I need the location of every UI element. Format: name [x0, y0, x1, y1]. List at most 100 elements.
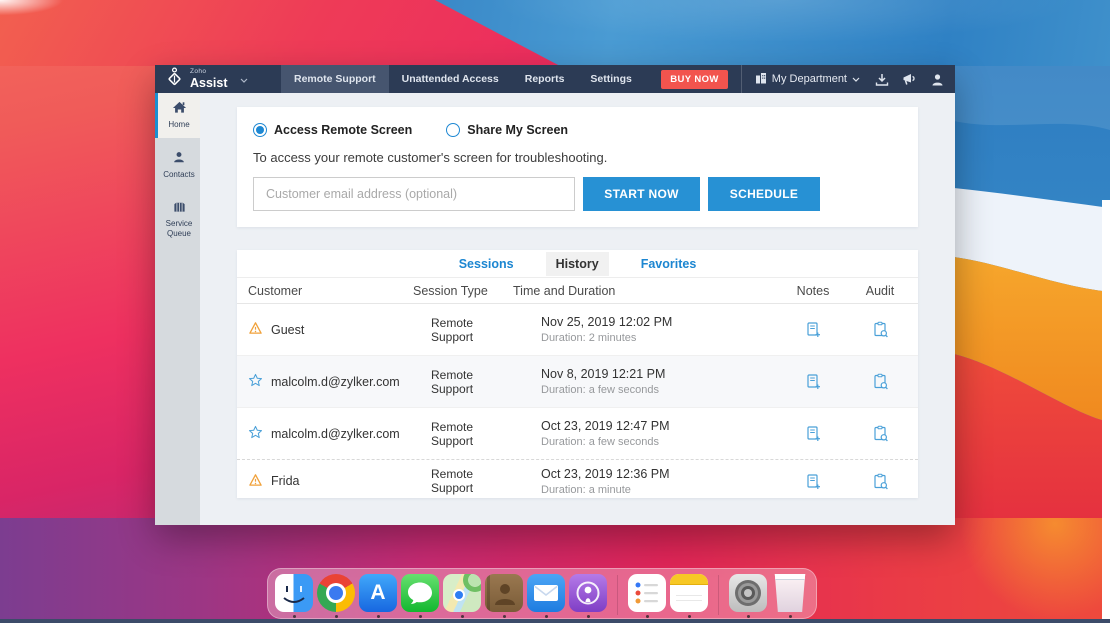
dock: A: [267, 568, 817, 619]
dock-icon-reminders[interactable]: [628, 574, 666, 618]
dock-icon-maps[interactable]: [443, 574, 481, 618]
chevron-down-icon[interactable]: [240, 70, 248, 88]
session-type: Remote Support: [413, 420, 513, 448]
dock-icon-messages[interactable]: [401, 574, 439, 618]
screen-right-edge: [1102, 200, 1110, 626]
column-customer: Customer: [248, 284, 413, 298]
notes-icon[interactable]: [784, 473, 842, 490]
megaphone-icon[interactable]: [902, 72, 918, 86]
notes-icon[interactable]: [784, 321, 842, 338]
notes-icon[interactable]: [784, 425, 842, 442]
running-indicator: [377, 615, 380, 618]
dock-icon-chrome[interactable]: [317, 574, 355, 618]
sessions-history-panel: Sessions History Favorites Customer Sess…: [237, 250, 918, 498]
column-notes: Notes: [784, 284, 842, 298]
session-duration: Duration: a few seconds: [541, 436, 784, 448]
audit-icon[interactable]: [842, 321, 918, 338]
sidebar-item-label: Service Queue: [159, 219, 199, 239]
sidebar-item-label: Contacts: [163, 170, 195, 180]
audit-icon[interactable]: [842, 425, 918, 442]
sidebar-item-contacts[interactable]: Contacts: [155, 143, 200, 188]
column-time-duration: Time and Duration: [513, 284, 784, 298]
wallpaper-right-bands: [954, 66, 1110, 518]
running-indicator: [646, 615, 649, 618]
tab-favorites[interactable]: Favorites: [631, 252, 707, 276]
menu-reports[interactable]: Reports: [512, 65, 578, 93]
session-mode-options: Access Remote Screen Share My Screen: [237, 107, 918, 137]
session-duration: Duration: a minute: [541, 484, 784, 496]
start-now-button[interactable]: START NOW: [583, 177, 700, 211]
running-indicator: [461, 615, 464, 618]
sidebar-item-label: Home: [168, 120, 189, 130]
zoho-assist-logo-icon: [165, 67, 184, 92]
radio-share-label: Share My Screen: [467, 123, 568, 137]
customer-name: Frida: [271, 474, 299, 488]
running-indicator: [545, 615, 548, 618]
favorite-star-icon[interactable]: [248, 373, 263, 391]
tab-history[interactable]: History: [546, 252, 609, 276]
menu-settings[interactable]: Settings: [577, 65, 644, 93]
dock-icon-podcasts[interactable]: [569, 574, 607, 618]
running-indicator: [293, 615, 296, 618]
table-row[interactable]: malcolm.d@zylker.com Remote Support Oct …: [237, 408, 918, 460]
audit-icon[interactable]: [842, 373, 918, 390]
dock-separator: [718, 575, 719, 615]
home-icon: [172, 100, 187, 117]
main-content: Access Remote Screen Share My Screen To …: [200, 93, 955, 525]
department-selector[interactable]: My Department: [741, 65, 862, 93]
service-queue-icon: [172, 200, 187, 216]
menu-unattended-access[interactable]: Unattended Access: [389, 65, 512, 93]
dock-icon-notes[interactable]: [670, 574, 708, 618]
dock-icon-trash[interactable]: [771, 574, 809, 618]
dock-icon-finder[interactable]: [275, 574, 313, 618]
column-session-type: Session Type: [413, 284, 513, 298]
dock-icon-mail[interactable]: [527, 574, 565, 618]
customer-name: malcolm.d@zylker.com: [271, 375, 400, 389]
session-description: To access your remote customer's screen …: [237, 150, 918, 165]
dock-icon-app-store[interactable]: A: [359, 574, 397, 618]
running-indicator: [789, 615, 792, 618]
department-label: My Department: [772, 73, 847, 85]
customer-name: Guest: [271, 323, 304, 337]
session-type: Remote Support: [413, 316, 513, 344]
notes-icon[interactable]: [784, 373, 842, 390]
user-profile-icon[interactable]: [931, 73, 944, 86]
running-indicator: [419, 615, 422, 618]
download-icon[interactable]: [875, 73, 889, 86]
sidebar-item-service-queue[interactable]: Service Queue: [155, 193, 200, 247]
table-row[interactable]: malcolm.d@zylker.com Remote Support Nov …: [237, 356, 918, 408]
running-indicator: [335, 615, 338, 618]
app-logo[interactable]: Zoho Assist: [155, 65, 281, 93]
session-time: Oct 23, 2019 12:36 PM: [541, 467, 784, 481]
menu-remote-support[interactable]: Remote Support: [281, 65, 389, 93]
customer-email-input[interactable]: [253, 177, 575, 211]
radio-selected-icon[interactable]: [253, 123, 267, 137]
session-time: Nov 8, 2019 12:21 PM: [541, 367, 784, 381]
wallpaper-corner-glow: [0, 0, 120, 26]
navbar-right: BUY NOW My Department: [661, 65, 955, 93]
warning-icon: [248, 321, 263, 338]
zoho-assist-window: Zoho Assist Remote Support Unattended Ac…: [155, 65, 955, 525]
column-audit: Audit: [842, 284, 918, 298]
radio-access-remote-screen[interactable]: Access Remote Screen: [253, 123, 412, 137]
audit-icon[interactable]: [842, 473, 918, 490]
radio-unselected-icon[interactable]: [446, 123, 460, 137]
dock-icon-system-preferences[interactable]: [729, 574, 767, 618]
dock-icon-contacts[interactable]: [485, 574, 523, 618]
session-type: Remote Support: [413, 368, 513, 396]
table-row[interactable]: Frida Remote Support Oct 23, 2019 12:36 …: [237, 460, 918, 498]
caret-down-icon: [852, 77, 860, 82]
buy-now-button[interactable]: BUY NOW: [661, 70, 728, 89]
schedule-button[interactable]: SCHEDULE: [708, 177, 820, 211]
table-row[interactable]: Guest Remote Support Nov 25, 2019 12:02 …: [237, 304, 918, 356]
window-body: Home Contacts Service Qu: [155, 93, 955, 525]
favorite-star-icon[interactable]: [248, 425, 263, 443]
history-tabs: Sessions History Favorites: [237, 250, 918, 278]
tab-sessions[interactable]: Sessions: [449, 252, 524, 276]
sidebar-item-home[interactable]: Home: [155, 93, 200, 138]
running-indicator: [587, 615, 590, 618]
warning-icon: [248, 473, 263, 490]
running-indicator: [503, 615, 506, 618]
radio-share-my-screen[interactable]: Share My Screen: [446, 123, 568, 137]
start-session-panel: Access Remote Screen Share My Screen To …: [237, 107, 918, 227]
